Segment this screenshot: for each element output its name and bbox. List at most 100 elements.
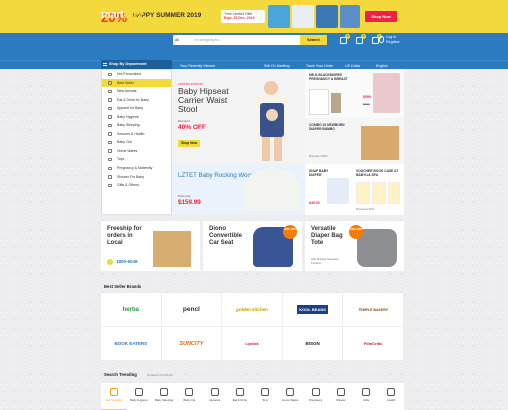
category-icon [108,183,112,188]
sidebar-item[interactable]: Apparel for Baby [102,104,171,113]
trending-category[interactable]: Apparels [202,383,227,410]
sidebar-item-label: Toys [117,157,125,162]
sidebar-item[interactable]: Home Wares [102,147,171,156]
category-icon [134,388,143,396]
menu-icon [103,63,107,66]
sidebar-item[interactable]: Gifts & Others [102,181,171,190]
trending-category[interactable]: Shower [328,383,353,410]
trending-label: Gifts [363,398,369,402]
trending-category[interactable]: Baby Hygiene [126,383,151,410]
category-icon [108,98,112,102]
category-icon [108,157,112,162]
trending-category[interactable]: Hot Trending [101,383,127,410]
baby-carrier-image [256,81,288,161]
shop-by-department-button[interactable]: Shop By Department [101,60,172,69]
sidebar-item-label: Eat & Drink for Baby [117,97,149,102]
compare-icon[interactable]: 0 [340,34,350,44]
category-icon [108,166,112,171]
trending-category[interactable]: Home Wares [278,383,303,410]
cart-icon[interactable]: 0 [372,34,382,44]
sidebar-item[interactable]: Best Seller [102,78,171,88]
currency-select[interactable]: US Dollar [345,64,360,68]
login-link[interactable]: Log in Register [379,35,400,45]
promo-card-diapers[interactable]: COMBO 10 NEWBORN DIAPER BAMBO Discount 2… [305,118,404,164]
promo-product-image [316,5,338,28]
category-icon [261,388,270,396]
hero-banner[interactable]: LIMITED EDITION Baby Hipseat Carrier Wai… [172,69,305,164]
sidebar-item[interactable]: Pregnancy & Maternity [102,164,171,173]
brand-logo[interactable]: Lipstick [222,327,283,361]
sidebar-item[interactable]: Baby Hygiene [102,113,171,122]
brand-name: pencl [182,306,200,313]
promo-bar[interactable]: 20% HAPPY SUMMER 2019 Time Limited Offer… [0,0,508,33]
trending-label: Baby Hygiene [130,398,148,402]
trending-category[interactable]: Gifts [354,383,379,410]
trending-category[interactable]: Health [379,383,404,410]
category-icon [210,388,219,396]
brand-logo[interactable]: BOOK EATERS [101,327,162,361]
search-button[interactable]: Search [300,35,327,45]
promo-card-blackmores[interactable]: ME-N BLACKMORES PREGNANCY & BREAST $599 … [305,69,404,118]
chair-price: $159.99 [178,199,201,206]
sidebar-item-label: Baby Hygiene [117,114,139,119]
trending-category[interactable]: Toys [253,383,278,410]
brand-logo[interactable]: SUNCITY [161,327,223,361]
brand-logo[interactable]: BISON [282,327,344,361]
car-seat-card[interactable]: Diono Convertible Car Seat 20% OFF [203,221,302,271]
product-image [373,73,400,113]
sidebar-item[interactable]: Baby Out [102,138,171,147]
brand-name: herba [122,306,139,313]
trending-category[interactable]: Eat & Drink [227,383,252,410]
brand-logo[interactable]: herba [101,293,162,327]
brand-logo[interactable]: FilmCritic [343,327,404,361]
trending-label: Home Wares [282,398,299,402]
language-select[interactable]: English [376,64,388,68]
category-icon [109,388,118,396]
site-logo[interactable]: martfury [101,9,144,21]
trending-label: Hot Trending [105,398,122,402]
wishlist-icon[interactable]: 0 [356,34,366,44]
category-icon [108,123,112,128]
search-category-select[interactable]: All [175,38,179,42]
brand-name: SUNCITY [179,340,204,347]
search-input[interactable]: I'm shopping for... [194,38,222,42]
sidebar-item[interactable]: Shower For Baby [102,173,171,182]
promo-card-voucher[interactable]: VOUCHER BOOK CASE AT BABYLIA SPA Discoun… [352,164,404,215]
brand-logo[interactable]: pencl [161,293,223,327]
sidebar-item[interactable]: Eat & Drink for Baby [102,96,171,105]
diaper-bag-card[interactable]: Versatile Diaper Bag Tote with Multiple … [305,221,404,271]
category-icon [311,388,320,396]
trending-label: Health [387,398,396,402]
trending-label: Toys [262,398,268,402]
promo-card-title: VOUCHER BOOK CASE AT BABYLIA SPA [356,169,399,177]
trending-label: Pregnancy [308,398,323,402]
sidebar-item[interactable]: Baby Sleeping [102,121,171,130]
brand-logo[interactable]: golden kitchen [222,293,283,327]
rocking-chair-banner[interactable]: LZTET Baby Rocking Wood Chair Price just… [172,164,305,215]
sidebar-item[interactable]: New Arrivals [102,87,171,96]
brand-name: TEMPLE BAKERY [358,307,389,312]
promo-card-title: COMBO 10 NEWBORN DIAPER BAMBO [309,123,345,131]
sell-on-link[interactable]: Sell On Martfury [264,64,290,68]
freeship-card[interactable]: Freeship for orders in Local 1800-6048 [101,221,200,271]
recently-viewed-menu[interactable]: Your Recently Viewed [180,64,215,68]
category-icon [108,132,112,136]
trending-category[interactable]: Baby Out [177,383,202,410]
sidebar-item[interactable]: Seoures & Health [102,130,171,139]
sidebar-item[interactable]: Toys [102,155,171,164]
promo-card-snap-baby[interactable]: SNAP BABY DIAPER $45.00 [305,164,352,215]
trending-category[interactable]: Pregnancy [303,383,328,410]
trending-label: Baby Sleeping [155,398,174,402]
track-order-link[interactable]: Track Your Order [306,64,333,68]
promo-card-old-price: $699 [363,102,370,106]
brand-logo[interactable]: KOOL BEANS [282,293,344,327]
sidebar-item[interactable]: Hot Promotions [102,70,171,79]
category-icon [108,115,112,119]
trending-category[interactable]: Baby Sleeping [152,383,177,410]
freeship-phone: 1800-6048 [116,259,138,264]
brand-name: BISON [305,341,320,346]
sidebar-item-label: Gifts & Others [117,183,139,188]
promo-shop-now-button[interactable]: Shop Now [365,11,397,22]
banner-shop-now-button[interactable]: Shop Now [178,140,200,147]
brand-logo[interactable]: TEMPLE BAKERY [343,293,404,327]
